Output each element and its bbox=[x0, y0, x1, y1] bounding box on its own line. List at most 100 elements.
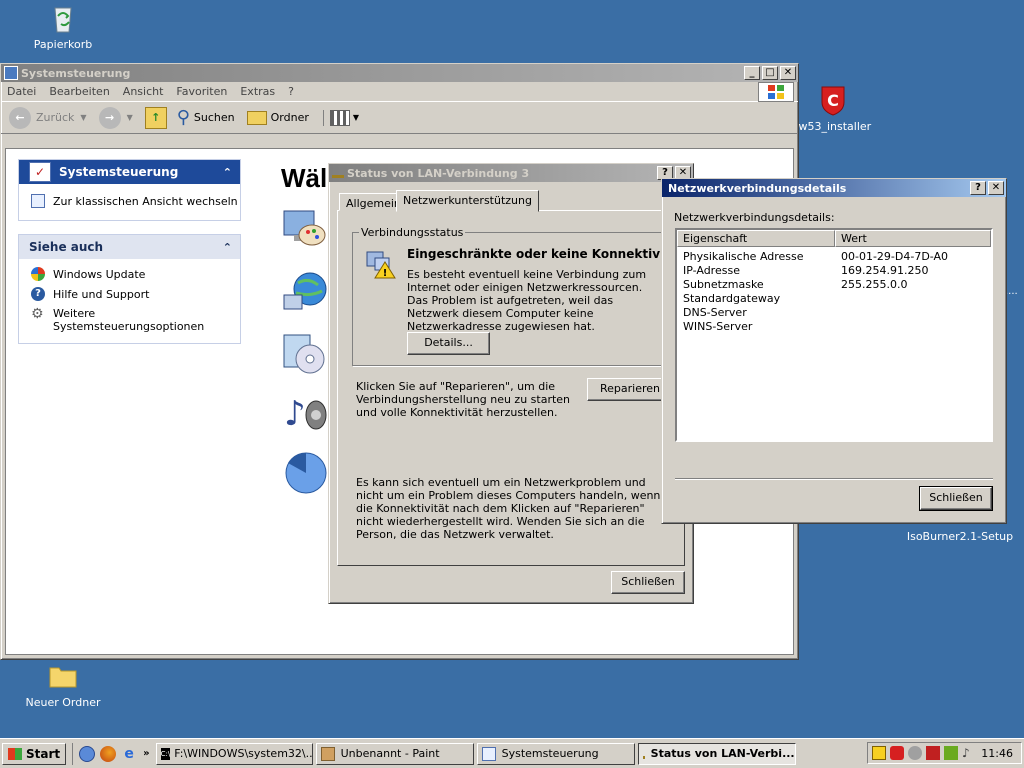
list-row[interactable]: WINS-Server bbox=[677, 320, 991, 334]
quick-launch-more-icon[interactable]: » bbox=[143, 748, 149, 759]
tab-netzwerkunterstuetzung[interactable]: Netzwerkunterstützung bbox=[396, 190, 539, 212]
console-icon: C:\ bbox=[160, 747, 171, 760]
network-connection-icon bbox=[332, 168, 344, 178]
close-details-button[interactable]: Schließen bbox=[919, 486, 993, 511]
nvidia-tray-icon[interactable] bbox=[944, 746, 958, 760]
menu-favoriten[interactable]: Favoriten bbox=[176, 85, 227, 98]
value-cell: 255.255.0.0 bbox=[841, 278, 908, 291]
help-button[interactable]: ? bbox=[970, 181, 986, 195]
details-list[interactable]: Eigenschaft Wert Physikalische Adresse 00… bbox=[675, 228, 993, 442]
collapse-icon[interactable]: ⌃ bbox=[223, 166, 232, 179]
firewall-tray-icon[interactable] bbox=[926, 746, 940, 760]
folder-icon bbox=[246, 110, 267, 125]
antivirus-tray-icon[interactable] bbox=[908, 746, 922, 760]
taskbar-item-control-panel[interactable]: Systemsteuerung bbox=[476, 742, 635, 765]
classic-view-icon bbox=[31, 194, 45, 208]
network-category-icon[interactable] bbox=[280, 269, 328, 317]
item-label: Hilfe und Support bbox=[53, 287, 150, 301]
panel-header[interactable]: Siehe auch ⌃ bbox=[19, 235, 240, 259]
control-panel-check-icon: ✓ bbox=[29, 162, 51, 182]
svg-text:C: C bbox=[827, 91, 839, 110]
minimize-button[interactable]: _ bbox=[744, 66, 760, 80]
search-button[interactable]: ⚲ Suchen bbox=[177, 107, 235, 128]
column-header-value[interactable]: Wert bbox=[835, 230, 991, 247]
see-also-item-more-options[interactable]: ⚙ Weitere Systemsteuerungsoptionen bbox=[19, 301, 240, 333]
menu-ansicht[interactable]: Ansicht bbox=[123, 85, 164, 98]
svg-text:!: ! bbox=[383, 268, 388, 279]
item-label: Windows Update bbox=[53, 267, 146, 281]
folders-label: Ordner bbox=[270, 111, 309, 124]
list-row[interactable]: IP-Adresse 169.254.91.250 bbox=[677, 264, 991, 278]
desktop-icon-isoburner[interactable]: IsoBurner2.1-Setup bbox=[905, 530, 1015, 543]
shield-c-icon: C bbox=[817, 84, 849, 116]
control-panel-icon bbox=[4, 66, 18, 80]
svg-text:♪: ♪ bbox=[284, 394, 306, 434]
close-button[interactable]: ✕ bbox=[988, 181, 1004, 195]
taskbar-item-cmd[interactable]: C:\ F:\WINDOWS\system32\... bbox=[155, 742, 313, 765]
internet-explorer-icon[interactable]: e bbox=[121, 746, 137, 762]
list-row[interactable]: Subnetzmaske 255.255.0.0 bbox=[677, 278, 991, 292]
back-button[interactable]: ← Zurück ▼ bbox=[9, 106, 87, 129]
value-cell bbox=[835, 292, 841, 306]
performance-category-icon[interactable] bbox=[280, 449, 328, 497]
panel-see-also: Siehe auch ⌃ Windows Update ? Hilfe und … bbox=[18, 234, 241, 344]
value-cell bbox=[835, 320, 841, 334]
appearance-category-icon[interactable] bbox=[280, 207, 328, 253]
details-dialog-titlebar[interactable]: Netzwerkverbindungsdetails ? ✕ bbox=[662, 179, 1006, 197]
menu-bearbeiten[interactable]: Bearbeiten bbox=[49, 85, 109, 98]
control-panel-icon bbox=[481, 746, 496, 761]
lan-status-dialog: Status von LAN-Verbindung 3 ? ✕ Allgemei… bbox=[328, 163, 694, 604]
panel-title: Siehe auch bbox=[29, 240, 104, 254]
sound-category-icon[interactable]: ♪ bbox=[280, 389, 328, 437]
property-cell: DNS-Server bbox=[683, 306, 747, 319]
menu-bar: Datei Bearbeiten Ansicht Favoriten Extra… bbox=[1, 81, 798, 102]
taskbar-item-paint[interactable]: Unbenannt - Paint bbox=[315, 742, 474, 765]
up-folder-icon[interactable]: ↑ bbox=[144, 106, 167, 129]
property-cell: WINS-Server bbox=[683, 320, 753, 333]
desktop-icon-fw53-installer[interactable]: C fw53_installer bbox=[788, 84, 878, 133]
column-header-property[interactable]: Eigenschaft bbox=[677, 230, 835, 247]
task-label: Status von LAN-Verbi... bbox=[650, 747, 795, 760]
collapse-icon[interactable]: ⌃ bbox=[223, 241, 232, 254]
menu-datei[interactable]: Datei bbox=[7, 85, 36, 98]
menu-help[interactable]: ? bbox=[288, 85, 294, 98]
views-grid-icon bbox=[329, 109, 350, 126]
maximize-button[interactable]: □ bbox=[762, 66, 778, 80]
show-desktop-icon[interactable] bbox=[79, 745, 96, 762]
taskbar-item-lan-status[interactable]: Status von LAN-Verbi... bbox=[637, 742, 796, 765]
panel-title: Systemsteuerung bbox=[59, 165, 179, 179]
firefox-icon[interactable] bbox=[100, 745, 117, 762]
window-title: Systemsteuerung bbox=[21, 66, 131, 80]
folders-button[interactable]: Ordner bbox=[246, 110, 309, 125]
status-text: Es besteht eventuell keine Verbindung zu… bbox=[407, 268, 647, 333]
list-row[interactable]: DNS-Server bbox=[677, 306, 991, 320]
views-button[interactable]: ▼ bbox=[322, 109, 359, 126]
clock[interactable]: 11:46 bbox=[981, 747, 1013, 760]
folder-icon bbox=[47, 660, 79, 692]
software-category-icon[interactable] bbox=[280, 329, 328, 377]
recycle-bin-icon bbox=[47, 2, 79, 34]
details-button[interactable]: Details... bbox=[407, 332, 490, 355]
network-warning-tray-icon[interactable] bbox=[872, 746, 886, 760]
list-row[interactable]: Standardgateway bbox=[677, 292, 991, 306]
hint-text: Es kann sich eventuell um ein Netzwerkpr… bbox=[356, 476, 661, 541]
control-panel-titlebar[interactable]: Systemsteuerung _ □ ✕ bbox=[1, 64, 798, 82]
switch-classic-view-link[interactable]: Zur klassischen Ansicht wechseln bbox=[19, 184, 240, 208]
menu-extras[interactable]: Extras bbox=[240, 85, 275, 98]
volume-tray-icon[interactable]: ♪ bbox=[962, 746, 976, 760]
close-button[interactable]: ✕ bbox=[780, 66, 796, 80]
desktop-icon-new-folder[interactable]: Neuer Ordner bbox=[18, 660, 108, 709]
system-tray: ♪ 11:46 bbox=[867, 742, 1022, 764]
panel-header[interactable]: ✓ Systemsteuerung ⌃ bbox=[19, 160, 240, 184]
desktop-icon-recycle-bin[interactable]: Papierkorb bbox=[18, 2, 108, 51]
lan-dialog-titlebar[interactable]: Status von LAN-Verbindung 3 ? ✕ bbox=[329, 164, 693, 182]
link-label: Zur klassischen Ansicht wechseln bbox=[53, 194, 238, 208]
see-also-item-windows-update[interactable]: Windows Update bbox=[19, 259, 240, 281]
close-dialog-button[interactable]: Schließen bbox=[611, 571, 685, 594]
forward-button[interactable]: → ▼ bbox=[98, 106, 133, 129]
quick-launch: e » bbox=[72, 742, 150, 765]
start-button[interactable]: Start bbox=[2, 742, 67, 765]
security-shield-tray-icon[interactable] bbox=[890, 746, 904, 760]
see-also-item-help[interactable]: ? Hilfe und Support bbox=[19, 281, 240, 301]
list-row[interactable]: Physikalische Adresse 00-01-29-D4-7D-A0 bbox=[677, 250, 991, 264]
